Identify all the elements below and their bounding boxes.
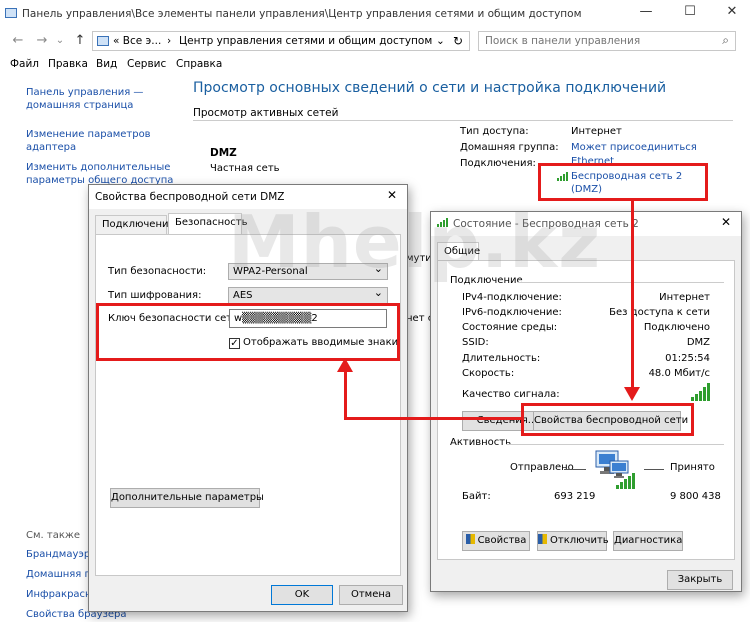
ssid-value: DMZ [686,337,710,348]
history-dropdown-icon[interactable]: ⌄ [52,32,68,50]
network-type: Частная сеть [210,163,280,174]
watermark: Mhelp.kz [228,200,602,284]
network-name: DMZ [210,147,237,159]
highlight-security-key [96,303,400,361]
ipv6-label: IPv6-подключение: [462,307,562,318]
access-type-label: Тип доступа: [460,126,529,137]
refresh-icon[interactable]: ↻ [453,34,463,48]
duration-label: Длительность: [462,353,541,364]
address-dropdown-icon[interactable]: ⌄ [436,35,445,47]
menu-help[interactable]: Справка [176,58,222,70]
disable-button-label: Отключить [550,535,609,546]
menu-view[interactable]: Вид [96,58,117,70]
homegroup-label: Домашняя группа: [460,142,559,153]
ipv6-value: Без доступа к сети [609,307,710,318]
link-home-line2[interactable]: домашняя страница [26,100,133,111]
search-box[interactable]: ⌕ [478,31,736,51]
control-panel-icon [97,36,109,46]
back-icon[interactable]: ← [10,32,26,50]
wireless-properties-button[interactable]: Свойства беспроводной сети [533,411,688,431]
access-type-value: Интернет [571,126,622,137]
link-sharing-line1[interactable]: Изменить дополнительные [26,162,170,173]
ipv4-value: Интернет [659,292,710,303]
active-networks-heading: Просмотр активных сетей [193,107,339,119]
search-input[interactable] [479,32,699,50]
security-panel: Тип безопасности: WPA2-Personal Тип шифр… [95,234,401,576]
link-adapter-line1[interactable]: Изменение параметров [26,129,151,140]
ipv4-label: IPv4-подключение: [462,292,562,303]
arrow-line-up [344,370,347,419]
received-label: Принято [670,462,715,473]
window-icon [5,8,17,18]
cancel-button[interactable]: Отмена [339,585,403,605]
speed-value: 48.0 Мбит/с [648,368,710,379]
breadcrumb-separator-icon: › [167,35,172,47]
minimize-button[interactable]: — [636,4,656,20]
breadcrumb-network-center[interactable]: Центр управления сетями и общим доступом [179,35,432,47]
bytes-sent-value: 693 219 [554,491,596,502]
search-icon[interactable]: ⌕ [722,33,729,48]
maximize-button[interactable]: ☐ [680,4,700,20]
activity-signal-icon [616,473,638,489]
shield-icon [538,534,547,544]
sent-line [564,469,586,470]
homegroup-join-link[interactable]: Может присоединиться [571,142,697,153]
speed-label: Скорость: [462,368,515,379]
forward-icon[interactable]: → [34,32,50,50]
activity-divider [506,444,724,445]
highlight-wifi-connection [538,163,708,201]
see-also-heading: См. также [26,530,81,541]
received-line [644,469,664,470]
media-state-label: Состояние среды: [462,322,558,333]
signal-quality-label: Качество сигнала: [462,389,560,400]
window-title: Панель управления\Все элементы панели уп… [22,8,582,20]
security-type-label: Тип безопасности: [108,266,207,277]
ok-button[interactable]: OK [271,585,333,605]
breadcrumb-all-items[interactable]: « Все э... [113,35,161,47]
page-title: Просмотр основных сведений о сети и наст… [193,80,667,96]
signal-bars-icon [691,383,713,401]
bytes-received-value: 9 800 438 [670,491,721,502]
arrow-head-down-icon [624,387,640,401]
menu-file[interactable]: Файл [10,58,39,70]
ssid-label: SSID: [462,337,489,348]
up-icon[interactable]: ↑ [72,32,88,50]
connections-label: Подключения: [460,158,536,169]
menu-tools[interactable]: Сервис [127,58,166,70]
media-state-value: Подключено [643,322,710,333]
duration-value: 01:25:54 [665,353,710,364]
link-infrared[interactable]: Инфракрасн [26,589,92,600]
menu-edit[interactable]: Правка [48,58,88,70]
status-close-icon[interactable]: ✕ [721,215,731,229]
link-home-line1[interactable]: Панель управления — [26,87,143,98]
diagnose-button[interactable]: Диагностика [613,531,683,551]
disable-button[interactable]: Отключить [537,531,609,551]
encryption-type-label: Тип шифрования: [108,290,202,301]
close-button[interactable]: ✕ [722,4,742,20]
title-bar: Панель управления\Все элементы панели уп… [0,0,750,28]
link-adapter-line2[interactable]: адаптера [26,142,76,153]
properties-button[interactable]: Свойства [462,531,530,551]
advanced-settings-button[interactable]: Дополнительные параметры [110,488,264,508]
divider [193,120,733,121]
arrow-line-vertical [631,199,634,389]
bytes-label: Байт: [462,491,491,502]
arrow-head-up-icon [337,358,353,372]
properties-button-label: Свойства [477,535,527,546]
activity-section-heading: Активность [450,437,511,448]
link-homegroup[interactable]: Домашняя гр [26,569,96,580]
arrow-line-horizontal [344,417,522,420]
shield-icon [465,534,475,544]
close-status-button[interactable]: Закрыть [667,570,733,590]
address-bar[interactable]: « Все э... › Центр управления сетями и о… [92,31,470,51]
encryption-type-select[interactable]: AES [228,286,388,304]
tab-connection[interactable]: Подключение [95,215,175,235]
sent-label: Отправлено [510,462,574,473]
